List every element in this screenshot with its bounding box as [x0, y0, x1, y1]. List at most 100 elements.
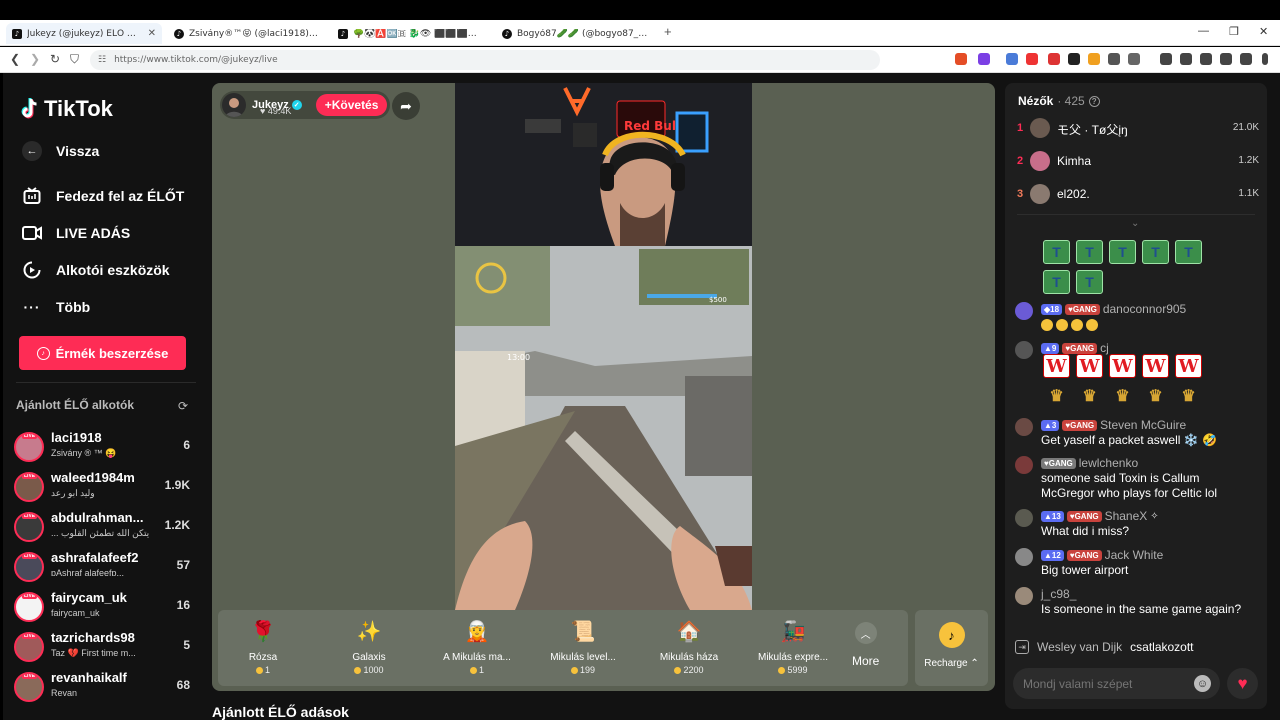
minimize-button[interactable]: — — [1198, 25, 1209, 37]
chat-message[interactable]: ♥ GANG lewlchenko someone said Toxin is C… — [1015, 456, 1260, 502]
suggested-creator-row[interactable]: LIVE revanhaikalf Revan 68 — [14, 670, 194, 708]
url-field[interactable]: ☷ https://www.tiktok.com/@jukeyz/live — [90, 50, 880, 70]
info-icon[interactable]: ? — [1088, 95, 1100, 107]
creator-subtitle: وليد ابو رعد — [51, 488, 95, 498]
extension-gear-icon[interactable] — [1108, 53, 1120, 65]
extension-m-icon[interactable] — [1026, 53, 1038, 65]
suggested-creator-row[interactable]: LIVE ashrafalafeef2 ɒAshraf alafeefɒ... … — [14, 550, 194, 588]
viewer-name: モ父 · Tø父įŋ — [1057, 123, 1128, 137]
gift-item[interactable]: 🌹 Rózsa 1 — [218, 616, 308, 676]
host-badge[interactable]: Jukeyz ✓ ♥ 49.4K +Követés — [220, 91, 391, 119]
media-icon[interactable] — [1160, 53, 1172, 65]
level-badge: ▲ 9 — [1041, 342, 1060, 354]
suggested-creator-row[interactable]: LIVE tazrichards98 Taz 💔 First time m...… — [14, 630, 194, 668]
chevron-down-icon[interactable]: ⌄ — [1131, 218, 1139, 229]
back-button[interactable]: ← Vissza — [22, 141, 99, 161]
maximize-button[interactable]: ❐ — [1229, 25, 1239, 38]
suggested-creator-row[interactable]: LIVE laci1918 Zsivány ® ™ 😝 6 — [14, 430, 194, 468]
like-heart-button[interactable]: ♥ — [1227, 668, 1258, 699]
crown-emote-icon: ♛ — [1115, 388, 1130, 405]
chat-username[interactable]: j_c98_ — [1041, 587, 1076, 601]
chat-username[interactable]: Steven McGuire — [1100, 418, 1186, 432]
reload-icon[interactable]: ↻ — [50, 52, 60, 66]
extension-coupon-icon[interactable] — [1088, 53, 1100, 65]
gift-item[interactable]: 🏠 Mikulás háza 2200 — [644, 616, 734, 676]
browser-tab-bogyo87[interactable]: ♪ Bogyó87🥒🥒 (@bogyo87_) ÉLŐ ad — [496, 23, 654, 44]
gift-name: Galaxis — [352, 652, 386, 663]
chat-input[interactable] — [1013, 668, 1220, 699]
chat-username[interactable]: lewlchenko — [1079, 456, 1138, 470]
site-settings-icon[interactable]: ☷ — [98, 55, 106, 65]
avatar — [1030, 118, 1050, 138]
gift-item[interactable]: ✨ Galaxis 1000 — [324, 616, 414, 676]
suggested-creator-row[interactable]: LIVE waleed1984m وليد ابو رعد 1.9K — [14, 470, 194, 508]
leo-icon[interactable] — [1220, 53, 1232, 65]
chat-username[interactable]: cj — [1100, 341, 1109, 355]
top-viewer-row[interactable]: 2 Kimha 1.2K — [1017, 151, 1259, 173]
gift-item[interactable]: 📜 Mikulás level... 199 — [538, 616, 628, 676]
browser-tab-jukeyz[interactable]: ♪ Jukeyz (@jukeyz) ÉLŐ adásban ✕ — [6, 23, 162, 44]
viewer-score: 1.1K — [1238, 188, 1259, 199]
share-button[interactable]: ➦ — [392, 92, 420, 120]
chat-panel: Nézők · 425 ? 1 モ父 · Tø父įŋ 21.0K 2 Kimha… — [1005, 83, 1267, 709]
emoji-icon[interactable]: ☺ — [1194, 675, 1211, 692]
window-close-button[interactable]: ✕ — [1259, 25, 1268, 38]
top-viewer-row[interactable]: 1 モ父 · Tø父įŋ 21.0K — [1017, 118, 1259, 140]
new-tab-button[interactable]: + — [664, 24, 672, 39]
go-live-label: LIVE ADÁS — [56, 225, 131, 241]
creator-tools-link[interactable]: Alkotói eszközök — [22, 260, 170, 280]
gift-price-value: 2200 — [683, 665, 704, 675]
extension-translate-icon[interactable] — [1006, 53, 1018, 65]
tiktok-logo[interactable]: TikTok — [20, 96, 113, 122]
brave-shield-icon[interactable] — [955, 53, 967, 65]
extension-puzzle-icon[interactable] — [1128, 53, 1140, 65]
rewards-icon[interactable] — [978, 53, 990, 65]
sidebar-toggle-icon[interactable] — [1180, 53, 1192, 65]
chat-message[interactable]: ▲ 12 ♥ GANG Jack White Big tower airport — [1015, 548, 1260, 580]
emote-icon: T — [1142, 240, 1169, 264]
more-link[interactable]: ··· Több — [22, 297, 91, 317]
avatar: LIVE — [14, 672, 44, 702]
chat-username[interactable]: ShaneX — [1105, 509, 1148, 523]
more-gifts-button[interactable]: ︿ More — [852, 622, 879, 668]
refresh-icon[interactable]: ⟳ — [178, 399, 188, 413]
browser-tab-laci1918[interactable]: ♪ Zsivány®™😝 (@laci1918) ÉLŐ adás — [168, 23, 326, 44]
viewer-count: 6 — [183, 438, 190, 452]
viewers-header[interactable]: Nézők · 425 ? — [1018, 94, 1100, 108]
live-stream-player[interactable]: Red Bull $500 13:00 Jukeyz ✓ ♥ 49.4K +Kö… — [212, 83, 995, 691]
chat-username[interactable]: Jack White — [1105, 548, 1164, 562]
suggested-creator-row[interactable]: LIVE abdulrahman... ... الا يتكن الله تط… — [14, 510, 194, 548]
coin-icon — [255, 666, 263, 674]
extension-ublock-icon[interactable] — [1068, 53, 1080, 65]
gift-item[interactable]: 🧝 A Mikulás ma... 1 — [432, 616, 522, 676]
suggested-creator-row[interactable]: LIVE fairycam_uk fairycam_uk 16 — [14, 590, 194, 628]
level-badge: ▲ 12 — [1041, 549, 1064, 561]
browser-tab-csby01[interactable]: ♪ 🌳🐼🅰️🆗🇧 🐉👁 ⬛⬛⬛🌳 (@csby01 — [332, 23, 490, 44]
stream-video[interactable]: Red Bull $500 13:00 — [455, 83, 752, 610]
top-viewer-row[interactable]: 3 el202. 1.1K — [1017, 184, 1259, 206]
follow-button[interactable]: +Követés — [315, 94, 388, 116]
close-tab-icon[interactable]: ✕ — [148, 28, 156, 39]
chat-message[interactable]: j_c98_ Is someone in the same game again… — [1015, 587, 1260, 633]
emote-icon: T — [1076, 270, 1103, 294]
get-coins-button[interactable]: ♪ Érmék beszerzése — [19, 336, 186, 370]
explore-live-link[interactable]: Fedezd fel az ÉLŐT — [22, 186, 184, 206]
chat-message[interactable]: ◆ 18 ♥ GANG danoconnor905 — [1015, 302, 1260, 332]
host-avatar[interactable] — [222, 93, 246, 117]
chat-message[interactable]: ▲ 3 ♥ GANG Steven McGuire Get yaself a pac… — [1015, 418, 1260, 450]
menu-icon[interactable] — [1262, 53, 1268, 65]
gift-item[interactable]: 🚂 Mikulás expre... 5999 — [748, 616, 838, 676]
forward-arrow-icon[interactable]: ❯ — [30, 52, 40, 66]
vpn-icon[interactable] — [1240, 53, 1252, 65]
extension-his-icon[interactable] — [1048, 53, 1060, 65]
live-badge: LIVE — [22, 513, 38, 519]
back-arrow-icon[interactable]: ❮ — [10, 52, 20, 66]
chat-username[interactable]: danoconnor905 — [1103, 302, 1186, 316]
bookmark-icon[interactable]: ⛉ — [70, 52, 79, 67]
go-live-link[interactable]: LIVE ADÁS — [22, 223, 130, 243]
creator-subtitle: ... الا يتكن الله تطمئن القلوب — [51, 528, 151, 538]
wallet-icon[interactable] — [1200, 53, 1212, 65]
recharge-button[interactable]: ♪ Recharge ⌃ — [915, 610, 988, 686]
chat-message[interactable]: ▲ 13 ♥ GANG ShaneX ✧ What did i miss? — [1015, 509, 1260, 541]
joined-user[interactable]: Wesley van Dijk — [1037, 640, 1122, 654]
